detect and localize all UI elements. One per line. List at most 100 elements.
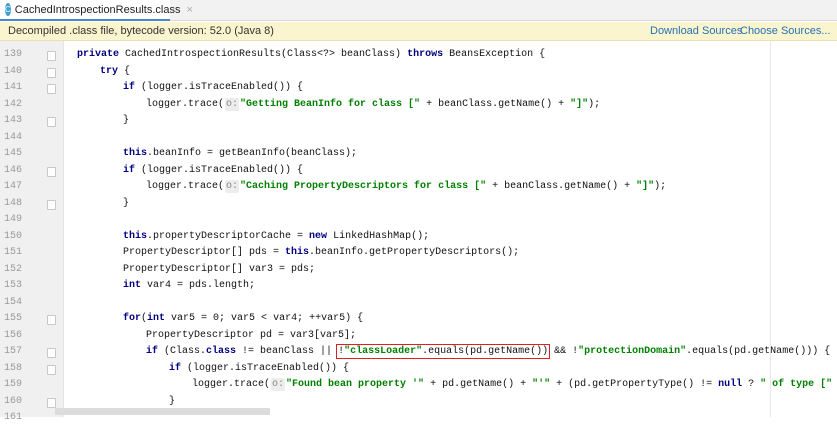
download-sources-link[interactable]: Download Sources	[650, 25, 742, 37]
keyword-token: class	[206, 346, 243, 357]
code-token: CachedIntrospectionResults(Class<?> bean…	[125, 49, 408, 60]
code-text: logger.trace(o: "Found bean property '" +…	[192, 377, 832, 394]
keyword-token: int	[123, 280, 148, 291]
code-line: 140 try {	[0, 64, 837, 81]
line-number: 146	[4, 164, 23, 176]
code-token: LinkedHashMap();	[333, 230, 430, 242]
code-line: 159 logger.trace(o: "Found bean property '…	[0, 377, 837, 394]
fold-icon[interactable]	[47, 51, 56, 61]
code-line: 154	[0, 295, 837, 312]
string-token: "]"	[636, 181, 655, 192]
line-number: 144	[4, 131, 23, 143]
code-line: 148}	[0, 196, 837, 213]
choose-sources-link[interactable]: Choose Sources...	[740, 25, 831, 37]
code-text: for(int var5 = 0; var5 < var4; ++var5) {	[123, 311, 363, 328]
parameter-hint: o:	[225, 180, 240, 193]
code-token: }	[123, 115, 130, 126]
string-token: "'"	[532, 379, 551, 390]
code-token: + pd.getName() +	[424, 379, 533, 390]
code-text: logger.trace(o: "Caching PropertyDescript…	[146, 179, 666, 196]
code-line: 150 this.propertyDescriptorCache = new Li…	[0, 229, 837, 246]
code-line: 143}	[0, 113, 837, 130]
code-token: var4 = pds.length;	[147, 280, 256, 291]
fold-icon[interactable]	[47, 166, 56, 177]
code-text: }	[123, 196, 129, 213]
code-line: 152 PropertyDescriptor[] var3 = pds;	[0, 262, 837, 279]
class-file-icon: C	[5, 3, 11, 16]
keyword-token: if	[123, 164, 142, 176]
code-text: this.beanInfo = getBeanInfo(beanClass);	[123, 146, 357, 163]
string-token: "Getting BeanInfo for class ["	[240, 98, 421, 110]
fold-icon[interactable]	[47, 315, 56, 325]
line-number: 159	[4, 379, 23, 390]
code-token: ?	[748, 379, 761, 390]
fold-icon[interactable]	[47, 364, 56, 375]
horizontal-scrollbar[interactable]	[55, 408, 270, 415]
keyword-token: private	[77, 49, 126, 60]
parameter-hint: o:	[225, 97, 240, 111]
keyword-token: if	[123, 82, 142, 93]
keyword-token: this	[123, 148, 148, 159]
banner-text: Decompiled .class file, bytecode version…	[8, 25, 274, 37]
code-token: BeansException {	[449, 49, 546, 60]
code-line: 157 if (Class.class != beanClass || !"cla…	[0, 344, 837, 361]
string-token: " of type ["	[760, 379, 833, 390]
line-number: 145	[4, 148, 23, 159]
keyword-token: if	[146, 346, 165, 357]
keyword-token: throws	[407, 49, 450, 60]
keyword-token: null	[718, 379, 749, 390]
code-token: PropertyDescriptor[] pds =	[123, 247, 286, 258]
string-token: "protectionDomain"	[578, 346, 687, 357]
code-token: }	[123, 197, 130, 209]
line-number: 160	[4, 395, 23, 407]
keyword-token: try	[100, 65, 125, 77]
code-editor[interactable]: 139 private CachedIntrospectionResults(Cl…	[0, 41, 837, 423]
close-icon[interactable]: ×	[186, 4, 192, 16]
code-text: this.propertyDescriptorCache = new Linke…	[123, 229, 429, 246]
code-token: && !	[548, 346, 579, 357]
fold-icon[interactable]	[47, 67, 56, 78]
line-number: 150	[4, 230, 23, 242]
code-line: 156 PropertyDescriptor pd = var3[var5];	[0, 328, 837, 345]
code-token: .beanInfo.getPropertyDescriptors();	[309, 247, 520, 258]
code-line: 155 for(int var5 = 0; var5 < var4; ++var5…	[0, 311, 837, 328]
code-token: (logger.isTraceEnabled()) {	[141, 164, 304, 176]
line-number: 149	[4, 214, 23, 225]
code-text: }	[123, 113, 129, 130]
code-token: {	[124, 65, 131, 77]
code-token: logger.trace(	[192, 379, 271, 390]
tab-cached-introspection-results[interactable]: C CachedIntrospectionResults.class ×	[0, 0, 193, 21]
code-text: if (Class.class != beanClass || !"classL…	[146, 344, 830, 361]
fold-icon[interactable]	[47, 397, 56, 408]
code-line: 158 if (logger.isTraceEnabled()) {	[0, 361, 837, 378]
string-token: "]"	[570, 98, 589, 110]
code-token: (logger.isTraceEnabled()) {	[187, 362, 350, 374]
code-token: logger.trace(	[146, 98, 225, 110]
line-number: 156	[4, 329, 23, 341]
code-token: (logger.isTraceEnabled()) {	[141, 82, 304, 93]
code-line: 153 int var4 = pds.length;	[0, 278, 837, 295]
code-text: PropertyDescriptor pd = var3[var5];	[146, 328, 356, 345]
string-token: "Found bean property '"	[286, 379, 425, 390]
code-text: if (logger.isTraceEnabled()) {	[123, 80, 303, 97]
code-token: );	[654, 181, 667, 192]
code-line: 151 PropertyDescriptor[] pds = this.beanI…	[0, 245, 837, 262]
line-number: 152	[4, 263, 23, 275]
fold-icon[interactable]	[47, 117, 56, 127]
code-token: PropertyDescriptor[] var3 = pds;	[123, 263, 316, 275]
code-line: 144	[0, 130, 837, 147]
fold-icon[interactable]	[47, 84, 56, 94]
code-token: (Class.	[164, 346, 207, 357]
string-token: "Caching PropertyDescriptors for class […	[240, 181, 487, 192]
code-token: .propertyDescriptorCache =	[147, 230, 310, 242]
line-number: 161	[4, 412, 23, 423]
code-line: 146 if (logger.isTraceEnabled()) {	[0, 163, 837, 180]
keyword-token: for	[123, 313, 142, 324]
fold-icon[interactable]	[47, 348, 56, 358]
keyword-token: if	[169, 362, 188, 374]
fold-icon[interactable]	[47, 199, 56, 210]
code-token: .equals(pd.getName())	[422, 346, 549, 357]
line-number: 141	[4, 82, 23, 93]
code-token: != beanClass ||	[242, 346, 339, 357]
line-number: 139	[4, 49, 23, 60]
